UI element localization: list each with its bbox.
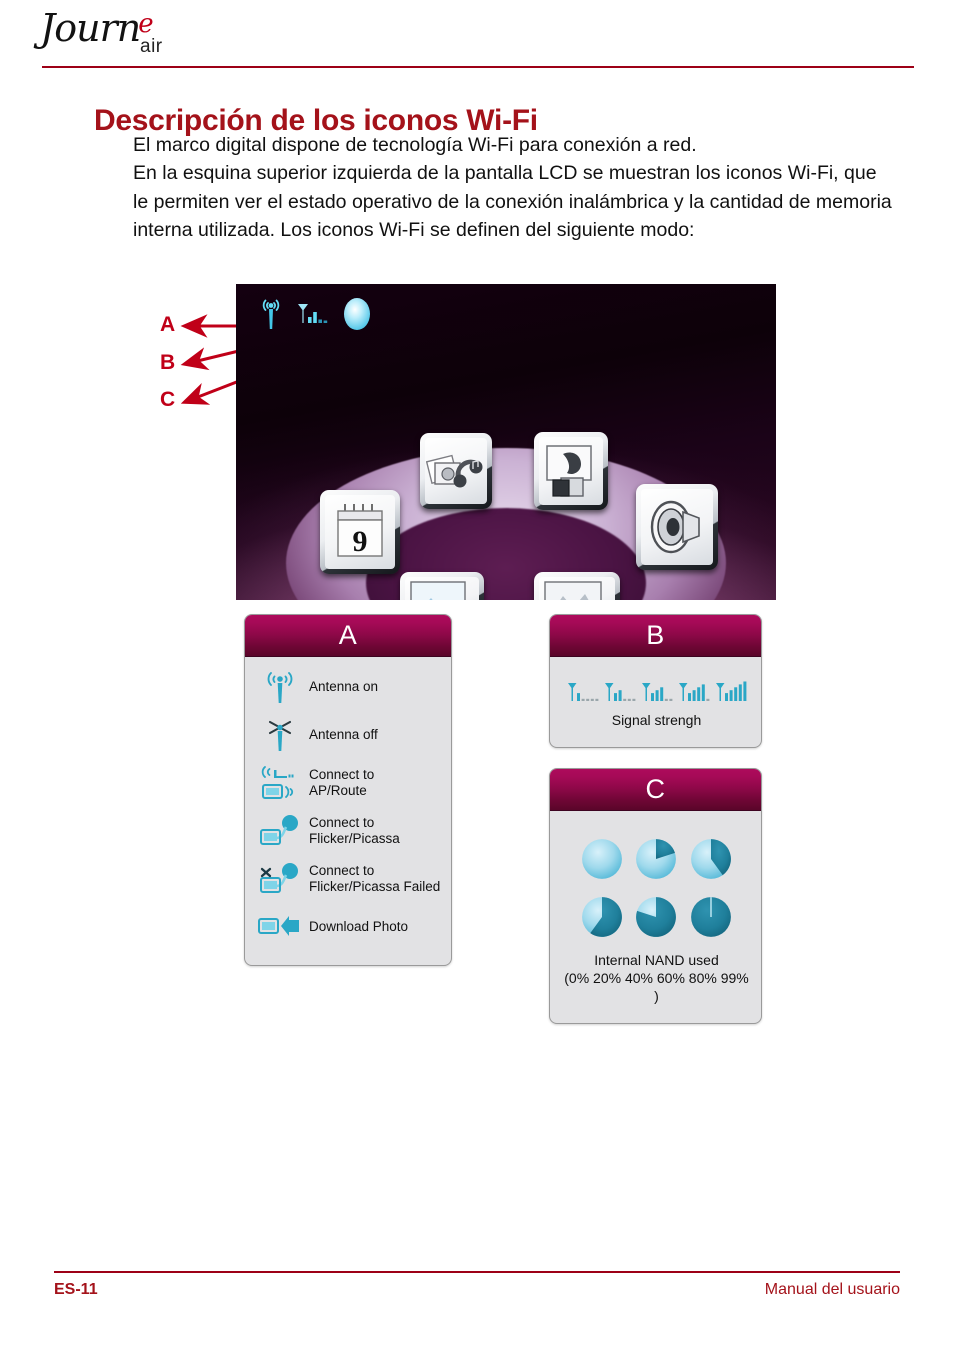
panel-b-header: B xyxy=(550,615,761,657)
download-photo-icon xyxy=(257,908,303,946)
nand-pie-20-icon xyxy=(636,839,677,879)
panel-b-caption: Signal strengh xyxy=(611,712,702,728)
legend-label: Connect to Flicker/Picassa Failed xyxy=(309,863,441,894)
legend-label: Connect to AP/Route xyxy=(309,767,375,798)
app-icon-video-face xyxy=(539,437,603,505)
app-icon-speaker[interactable] xyxy=(636,484,718,570)
legend-label: Download Photo xyxy=(309,919,409,934)
lcd-status-icons xyxy=(258,292,372,336)
antenna-off-icon xyxy=(257,716,303,754)
panel-a-body: Antenna on Antenna off Connect to AP/Rou… xyxy=(245,657,451,965)
signal-level-4-icon xyxy=(678,683,709,701)
nand-pie-0-icon xyxy=(582,839,623,879)
connect-cloud-failed-icon xyxy=(257,860,303,898)
nand-usage-pies xyxy=(562,821,751,951)
signal-level-1-icon xyxy=(567,683,598,701)
logo-subtext: air xyxy=(140,36,163,57)
video-icon xyxy=(546,445,592,497)
legend-row: Download Photo xyxy=(257,907,441,947)
app-icon-video[interactable] xyxy=(534,432,608,510)
header-divider xyxy=(42,66,914,68)
signal-level-3-icon xyxy=(641,683,672,701)
nand-pie-icon xyxy=(344,298,370,330)
signal-bars-icon xyxy=(298,304,328,323)
panel-c-caption-line2: (0% 20% 40% 60% 80% 99% ) xyxy=(564,970,749,1004)
nand-pie-80-icon xyxy=(636,897,677,937)
callout-label-a: A xyxy=(160,313,176,336)
app-icon-photo-viewer-right-face xyxy=(539,577,615,600)
panel-a-header: A xyxy=(245,615,451,657)
intro-line-2: En la esquina superior izquierda de la p… xyxy=(133,162,892,242)
app-icon-calendar[interactable]: 9 xyxy=(320,490,400,574)
legend-row: Antenna on xyxy=(257,667,441,707)
logo-accent-letter: e xyxy=(138,9,153,39)
legend-label: Antenna on xyxy=(309,679,379,694)
antenna-tower-icon xyxy=(262,299,280,329)
callout-label-c: C xyxy=(160,388,176,411)
logo-word-text: Journ xyxy=(40,6,141,50)
intro-line-1: El marco digital dispone de tecnología W… xyxy=(133,134,697,156)
app-icon-photo-music-face xyxy=(425,438,487,504)
antenna-on-icon xyxy=(257,668,303,706)
legend-label: Antenna off xyxy=(309,727,378,742)
app-icon-photo-viewer-left[interactable] xyxy=(400,572,484,600)
callout-label-b: B xyxy=(160,351,176,374)
photo-music-icon xyxy=(426,454,483,488)
connect-ap-icon xyxy=(257,764,303,802)
logo-wordmark: Journe xyxy=(40,6,155,55)
photo-viewer-icon-2 xyxy=(544,581,602,600)
panel-c-body: Internal NAND used (0% 20% 40% 60% 80% 9… xyxy=(550,811,761,1023)
panel-c-caption-line1: Internal NAND used xyxy=(594,952,719,968)
legend-row: Connect to Flicker/Picassa xyxy=(257,811,441,851)
legend-row: Connect to Flicker/Picassa Failed xyxy=(257,859,441,899)
page-header: Journe air xyxy=(0,0,954,72)
legend-row: Antenna off xyxy=(257,715,441,755)
footer-doc-title: Manual del usuario xyxy=(764,1281,900,1298)
photo-viewer-icon xyxy=(410,581,466,600)
panel-c-caption: Internal NAND used (0% 20% 40% 60% 80% 9… xyxy=(562,951,751,1013)
app-icon-calendar-face: 9 xyxy=(325,495,395,569)
lcd-screenshot: 9 xyxy=(236,284,776,600)
app-icon-photo-viewer-right[interactable] xyxy=(534,572,620,600)
nand-pie-60-icon xyxy=(582,897,623,937)
app-icon-photo-viewer-left-face xyxy=(405,577,479,600)
app-icon-photo-music[interactable] xyxy=(420,433,492,509)
nand-pie-40-icon xyxy=(690,839,731,879)
journe-air-logo: Journe air xyxy=(40,6,230,62)
signal-strength-icons xyxy=(562,667,751,711)
app-icon-speaker-face xyxy=(641,489,713,565)
connect-cloud-icon xyxy=(257,812,303,850)
legend-panel-a: A Antenna on Antenna off Connect to AP/R… xyxy=(244,614,452,966)
calendar-day-number: 9 xyxy=(352,525,368,558)
signal-level-5-icon xyxy=(715,681,746,701)
panel-c-header: C xyxy=(550,769,761,811)
footer-divider xyxy=(54,1271,900,1273)
speaker-icon xyxy=(650,500,700,554)
intro-paragraphs: El marco digital dispone de tecnología W… xyxy=(133,131,893,245)
panel-b-body: Signal strengh xyxy=(550,657,761,747)
nand-pie-99-icon xyxy=(690,897,731,937)
footer-page-number: ES-11 xyxy=(54,1281,98,1298)
legend-panel-b: B Signal strengh xyxy=(549,614,762,748)
signal-level-2-icon xyxy=(604,683,635,701)
legend-row: Connect to AP/Route xyxy=(257,763,441,803)
legend-panel-c: C Internal NAND used (0% 20% 40% 60% 80%… xyxy=(549,768,762,1024)
legend-label: Connect to Flicker/Picassa xyxy=(309,815,400,846)
